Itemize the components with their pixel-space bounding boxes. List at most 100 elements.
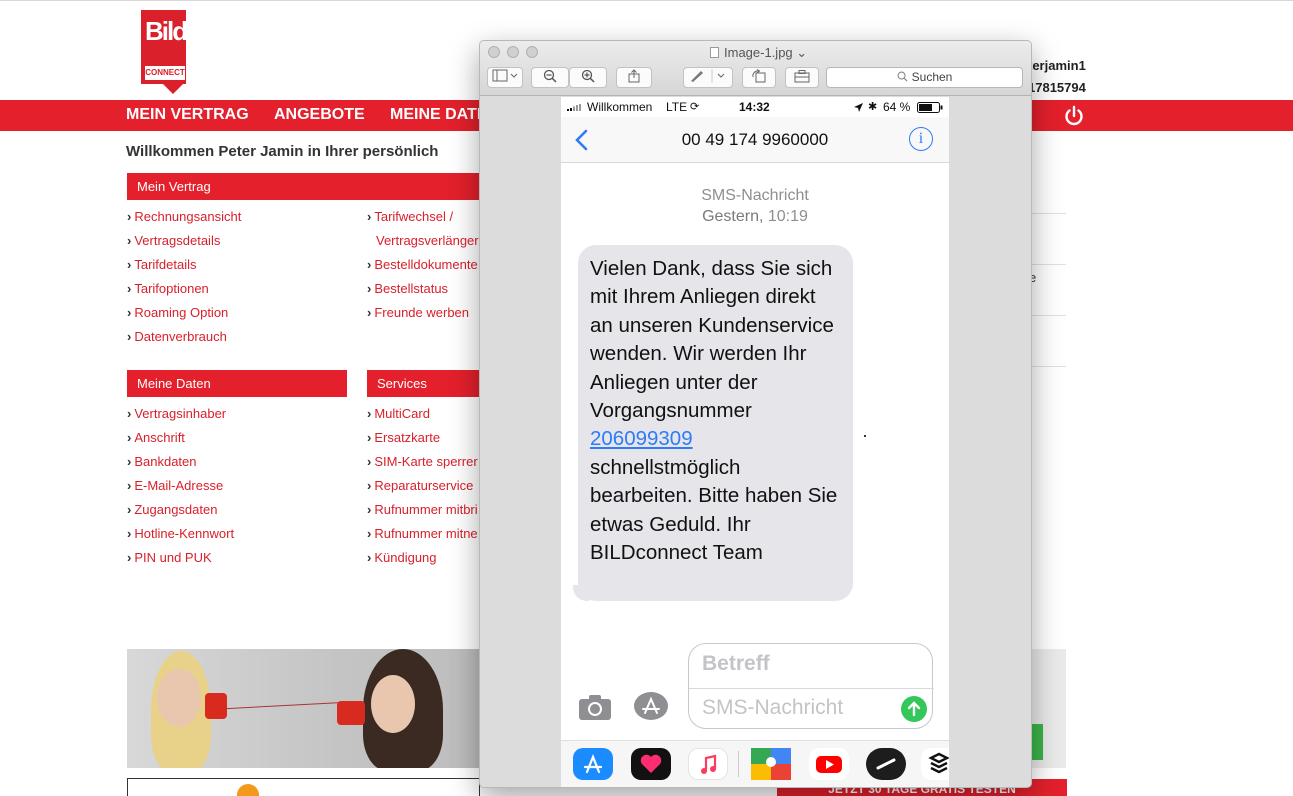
toolbox-button[interactable]	[785, 67, 819, 88]
mein-vertrag-links-col1: Rechnungsansicht Vertragsdetails Tarifde…	[127, 208, 241, 352]
reference-number-link[interactable]: 206099309	[590, 427, 693, 450]
zoom-in-icon	[581, 69, 595, 83]
youtube-icon[interactable]	[809, 748, 849, 780]
link-zugangsdaten[interactable]: Zugangsdaten	[127, 501, 234, 525]
info-icon[interactable]: i	[909, 127, 933, 151]
link-kuendigung[interactable]: Kündigung	[367, 549, 478, 573]
share-button[interactable]	[616, 67, 652, 88]
right-divider-4	[1030, 366, 1066, 367]
link-vertragsverlaengerung[interactable]: Vertragsverlänger	[367, 232, 479, 256]
message-text-before: Vielen Dank, dass Sie sich mit Ihrem Anl…	[590, 257, 834, 423]
link-datenverbrauch[interactable]: Datenverbrauch	[127, 328, 241, 352]
layers-icon[interactable]	[921, 748, 949, 780]
conversation-header: 00 49 174 9960000 i	[561, 117, 949, 163]
nav-meine-daten[interactable]: MEINE DATE	[390, 106, 487, 124]
promo-banner-image[interactable]	[127, 649, 480, 768]
sms-placeholder[interactable]: SMS-Nachricht	[702, 696, 843, 720]
message-compose-field[interactable]: Betreff SMS-Nachricht	[688, 643, 934, 729]
window-zoom-button[interactable]	[526, 46, 538, 58]
link-anschrift[interactable]: Anschrift	[127, 429, 234, 453]
search-field[interactable]: Suchen	[826, 67, 1023, 88]
network-type: LTE	[666, 100, 688, 114]
link-vertragsdetails[interactable]: Vertragsdetails	[127, 232, 241, 256]
link-tarifdetails[interactable]: Tarifdetails	[127, 256, 241, 280]
face-left	[157, 669, 201, 727]
promo-box-bottom	[127, 778, 480, 796]
youtube-glyph	[816, 756, 842, 773]
logo-connect-text: CONNECT	[145, 66, 185, 80]
right-divider-1	[1030, 213, 1066, 214]
nav-angebote[interactable]: ANGEBOTE	[274, 106, 365, 124]
app-store-drawer-icon[interactable]	[633, 691, 669, 721]
markup-button[interactable]	[683, 67, 733, 88]
link-bestelldokumente[interactable]: Bestelldokumente	[367, 256, 479, 280]
rotate-icon	[752, 69, 766, 83]
location-icon	[854, 103, 863, 112]
nav-mein-vertrag[interactable]: MEIN VERTRAG	[126, 106, 249, 124]
window-title-text: Image-1.jpg	[724, 45, 793, 60]
section-header-meine-daten: Meine Daten	[127, 370, 347, 397]
toolbox-icon	[794, 70, 810, 83]
link-roaming-option[interactable]: Roaming Option	[127, 304, 241, 328]
link-hotline-kennwort[interactable]: Hotline-Kennwort	[127, 525, 234, 549]
zoom-out-button[interactable]	[531, 67, 569, 88]
markup-pen-icon	[691, 69, 725, 83]
app-store-icon[interactable]	[573, 748, 613, 780]
bild-connect-logo[interactable]: Bild CONNECT	[141, 10, 188, 96]
search-placeholder: Suchen	[911, 70, 953, 84]
link-tarifwechsel[interactable]: Tarifwechsel /	[367, 208, 479, 232]
maps-glyph	[751, 748, 791, 780]
link-pin-und-puk[interactable]: PIN und PUK	[127, 549, 234, 573]
message-bubble[interactable]: Vielen Dank, dass Sie sich mit Ihrem Anl…	[578, 245, 853, 601]
zoom-in-button[interactable]	[569, 67, 607, 88]
right-divider-2	[1030, 264, 1066, 265]
right-promo-green-button[interactable]	[1032, 724, 1043, 760]
rotate-button[interactable]	[742, 67, 776, 88]
window-minimize-button[interactable]	[507, 46, 519, 58]
timestamp-time: 10:19	[767, 208, 808, 225]
title-chevron-icon: ⌄	[796, 45, 808, 60]
window-title[interactable]: Image-1.jpg ⌄	[710, 45, 807, 61]
link-multicard[interactable]: MultiCard	[367, 405, 478, 429]
send-button[interactable]	[901, 696, 927, 722]
user-name: terjamin1	[1028, 58, 1086, 73]
link-reparaturservice[interactable]: Reparaturservice	[367, 477, 478, 501]
link-ersatzkarte[interactable]: Ersatzkarte	[367, 429, 478, 453]
subject-placeholder[interactable]: Betreff	[702, 652, 770, 676]
cup-right	[337, 701, 365, 725]
link-email-adresse[interactable]: E-Mail-Adresse	[127, 477, 234, 501]
music-icon[interactable]	[688, 748, 728, 780]
link-rechnungsansicht[interactable]: Rechnungsansicht	[127, 208, 241, 232]
link-freunde-werben[interactable]: Freunde werben	[367, 304, 479, 328]
link-bestellstatus[interactable]: Bestellstatus	[367, 280, 479, 304]
camera-icon[interactable]	[578, 693, 612, 721]
link-rufnummer-mitnehmen[interactable]: Rufnummer mitne	[367, 525, 477, 549]
logo-box: Bild CONNECT	[141, 10, 188, 84]
dock-divider	[738, 751, 739, 777]
timestamp-day: Gestern,	[702, 208, 764, 225]
sidebar-icon	[492, 69, 518, 82]
window-close-button[interactable]	[488, 46, 500, 58]
link-vertragsinhaber[interactable]: Vertragsinhaber	[127, 405, 234, 429]
top-divider	[0, 0, 1293, 1]
message-timestamp: Gestern, 10:19	[561, 208, 949, 226]
link-sim-karte-sperren[interactable]: SIM-Karte sperrer	[367, 453, 477, 477]
layers-glyph	[928, 752, 949, 774]
phone-screenshot: Willkommen LTE ⟳ 14:32 ✱ 64 % 00 49 174 …	[561, 97, 949, 787]
logout-power-icon[interactable]	[1063, 105, 1085, 127]
heart-app-icon[interactable]	[631, 748, 671, 780]
welcome-heading: Willkommen Peter Jamin in Ihrer persönli…	[126, 143, 439, 160]
logo-bild-text: Bild	[145, 16, 188, 46]
section-header-mein-vertrag: Mein Vertrag	[127, 173, 480, 200]
link-tarifoptionen[interactable]: Tarifoptionen	[127, 280, 241, 304]
activity-icon: ⟳	[690, 101, 700, 113]
here-icon[interactable]	[866, 748, 906, 780]
compose-divider	[689, 688, 934, 689]
right-divider-3	[1030, 315, 1066, 316]
search-icon	[897, 71, 908, 82]
send-arrow-icon	[907, 701, 921, 717]
sidebar-toggle-button[interactable]	[487, 67, 523, 88]
link-rufnummer-mitbringen[interactable]: Rufnummer mitbri	[367, 501, 478, 525]
maps-icon[interactable]	[751, 748, 791, 780]
link-bankdaten[interactable]: Bankdaten	[127, 453, 234, 477]
